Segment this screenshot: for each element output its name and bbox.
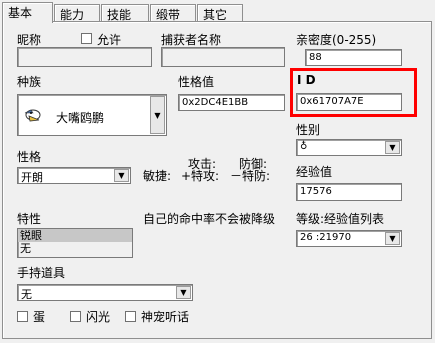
nature-dropdown-icon[interactable]: ▼: [114, 169, 129, 182]
tab-skills-label: 技能: [107, 8, 132, 22]
shiny-checkbox[interactable]: [70, 311, 81, 322]
level-label: 等级:经验值列表: [296, 212, 385, 226]
nature-combobox[interactable]: 开朗 ▼: [17, 167, 131, 184]
experience-label: 经验值: [296, 165, 333, 179]
held-item-dropdown-icon[interactable]: ▼: [176, 286, 191, 299]
tab-basic[interactable]: 基本: [2, 2, 53, 23]
species-combobox[interactable]: 大嘴鸥鹏 ▼: [17, 94, 167, 136]
tab-basic-label: 基本: [8, 6, 33, 20]
ability-description: 自己的命中率不会被降级: [143, 212, 276, 226]
pelipper-icon: [23, 106, 43, 126]
id-field[interactable]: 0x61707A7E: [296, 93, 402, 111]
tab-other[interactable]: 其它: [197, 4, 243, 22]
allow-nickname-checkbox[interactable]: [81, 33, 92, 44]
ability-label: 特性: [17, 212, 42, 226]
held-item-combobox[interactable]: 无 ▼: [17, 284, 193, 301]
egg-checkbox[interactable]: [17, 311, 28, 322]
experience-field[interactable]: 17576: [296, 183, 402, 201]
level-dropdown-icon[interactable]: ▼: [385, 232, 400, 245]
ability-option[interactable]: 无: [18, 242, 132, 255]
nature-label: 性格: [17, 150, 42, 164]
catcher-name-field[interactable]: [161, 47, 285, 67]
nickname-label: 昵称: [17, 33, 42, 47]
level-value: 26 :21970: [300, 232, 352, 243]
nature-sp-attack-label: +特攻:: [181, 169, 220, 183]
species-value: 大嘴鸥鹏: [56, 111, 105, 125]
pokemon-talk-checkbox[interactable]: [125, 311, 136, 322]
tab-ability[interactable]: 能力: [54, 4, 100, 22]
ability-listbox[interactable]: 锐眼 无: [17, 228, 133, 258]
tab-ribbons[interactable]: 缎带: [150, 4, 196, 22]
species-label: 种族: [17, 75, 42, 89]
nickname-field[interactable]: [17, 47, 152, 67]
held-item-label: 手持道具: [17, 266, 66, 280]
friendship-label: 亲密度(0-255): [296, 33, 377, 47]
id-label: I D: [297, 73, 316, 87]
species-dropdown-icon[interactable]: ▼: [150, 96, 165, 134]
held-item-value: 无: [21, 288, 32, 301]
gender-value: ♁: [300, 141, 308, 152]
tab-ability-label: 能力: [60, 8, 85, 22]
gender-combobox[interactable]: ♁ ▼: [296, 139, 402, 156]
tab-ribbons-label: 缎带: [156, 8, 181, 22]
gender-label: 性别: [296, 123, 321, 137]
allow-nickname-label: 允许: [97, 33, 122, 47]
nature-value: 开朗: [21, 171, 43, 184]
tab-skills[interactable]: 技能: [101, 4, 149, 22]
gender-dropdown-icon[interactable]: ▼: [385, 141, 400, 154]
personality-value-label: 性格值: [178, 75, 215, 89]
pokemon-talk-label: 神宠听话: [141, 310, 190, 324]
level-combobox[interactable]: 26 :21970 ▼: [296, 230, 402, 247]
egg-label: 蛋: [33, 310, 46, 324]
catcher-name-label: 捕获者名称: [161, 33, 222, 47]
friendship-field[interactable]: 88: [305, 49, 402, 66]
personality-value-field[interactable]: 0x2DC4E1BB: [178, 94, 285, 111]
nature-sp-defense-label: －特防:: [230, 169, 271, 183]
nature-speed-label: 敏捷:: [143, 169, 172, 183]
shiny-label: 闪光: [86, 310, 111, 324]
tab-other-label: 其它: [203, 8, 228, 22]
ability-option-selected[interactable]: 锐眼: [18, 229, 132, 242]
